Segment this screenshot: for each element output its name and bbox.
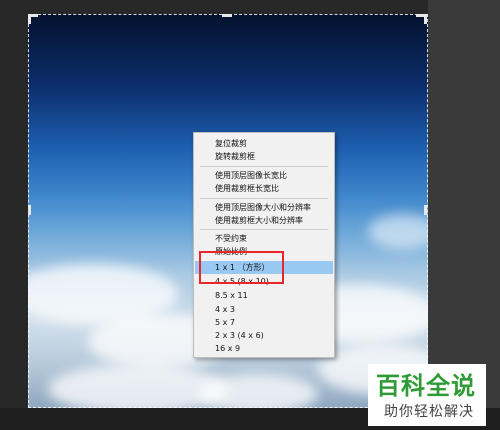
crop-context-menu: 复位裁剪 旋转裁剪框 使用顶层图像长宽比 使用裁剪框长宽比 使用顶层图像大小和分… (193, 132, 335, 358)
menu-item-top-layer-aspect[interactable]: 使用顶层图像长宽比 (195, 169, 333, 182)
menu-separator (200, 198, 328, 199)
menu-item-crop-box-aspect[interactable]: 使用裁剪框长宽比 (195, 182, 333, 195)
menu-item-2x3[interactable]: 2 x 3 (4 x 6) (195, 329, 333, 342)
menu-item-top-layer-size[interactable]: 使用顶层图像大小和分辨率 (195, 201, 333, 214)
menu-item-reset-crop[interactable]: 复位裁剪 (195, 137, 333, 150)
menu-item-crop-box-size[interactable]: 使用裁剪框大小和分辨率 (195, 214, 333, 227)
menu-item-4x3[interactable]: 4 x 3 (195, 303, 333, 316)
watermark-subtitle: 助你轻松解决 (384, 404, 474, 420)
watermark-title: 百科全说 (376, 372, 476, 400)
crop-handle-left[interactable] (28, 205, 31, 215)
menu-item-rotate-crop-box[interactable]: 旋转裁剪框 (195, 150, 333, 163)
menu-item-8-5x11[interactable]: 8.5 x 11 (195, 289, 333, 302)
crop-handle-top[interactable] (222, 14, 232, 17)
crop-handle-right[interactable] (424, 205, 427, 215)
menu-separator (200, 229, 328, 230)
crop-handle-top-left[interactable] (28, 14, 31, 24)
highlight-annotation-box (199, 251, 284, 284)
menu-separator (200, 166, 328, 167)
crop-handle-top-right[interactable] (424, 14, 427, 24)
menu-item-unconstrained[interactable]: 不受约束 (195, 232, 333, 245)
watermark: 百科全说 助你轻松解决 (368, 364, 486, 426)
menu-item-16x9[interactable]: 16 x 9 (195, 342, 333, 355)
menu-item-5x7[interactable]: 5 x 7 (195, 316, 333, 329)
